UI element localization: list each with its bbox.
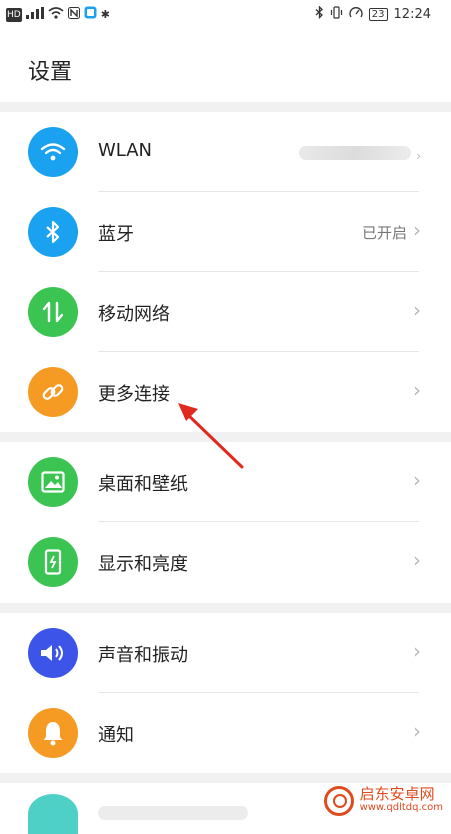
nfc-icon xyxy=(67,6,80,23)
wallpaper-icon xyxy=(28,457,78,507)
bluetooth-icon xyxy=(28,207,78,257)
chevron-right-icon: › xyxy=(413,378,421,402)
group-separator xyxy=(0,102,451,112)
row-label-wlan: WLAN xyxy=(98,140,153,161)
chevron-right-icon: › xyxy=(413,298,421,322)
wifi-status-icon xyxy=(48,6,64,23)
battery-indicator: 23 xyxy=(368,8,388,21)
bell-icon xyxy=(28,708,78,758)
mobile-data-icon xyxy=(28,287,78,337)
speed-icon xyxy=(349,6,363,23)
watermark: 启东安卓网 www.qdltdq.com xyxy=(323,786,443,816)
sound-icon xyxy=(28,628,78,678)
settings-row-notifications[interactable]: 通知 › xyxy=(0,693,451,773)
row-label-more-connections: 更多连接 xyxy=(98,384,170,405)
settings-row-display-brightness[interactable]: 显示和亮度 › xyxy=(0,522,451,602)
group-separator xyxy=(0,603,451,613)
signal-icon xyxy=(25,6,44,23)
chevron-right-icon: › xyxy=(413,548,421,572)
watermark-text: 启东安卓网 www.qdltdq.com xyxy=(360,787,443,815)
partial-row-label-blurred xyxy=(98,806,248,820)
clock: 12:24 xyxy=(393,7,431,22)
group-separator xyxy=(0,773,451,783)
vibrate-icon xyxy=(330,6,343,23)
page-title: 设置 xyxy=(28,60,73,85)
settings-row-wlan[interactable]: WLAN › xyxy=(0,112,451,192)
settings-row-mobile-network[interactable]: 移动网络 › xyxy=(0,272,451,352)
partial-row-icon xyxy=(28,794,78,834)
gear-status-icon: ✱ xyxy=(100,7,110,21)
row-label-sound-vibration: 声音和振动 xyxy=(98,645,188,666)
bluetooth-status-icon xyxy=(315,5,324,23)
chevron-right-icon: › xyxy=(413,639,421,663)
chevron-right-icon: › xyxy=(413,719,421,743)
hd-icon: HD xyxy=(6,7,22,22)
bluetooth-status: 已开启 xyxy=(361,224,407,242)
row-label-notifications: 通知 xyxy=(98,725,134,746)
link-icon xyxy=(28,367,78,417)
chevron-right-icon: › xyxy=(416,149,421,163)
watermark-logo-icon xyxy=(323,786,354,816)
annotation-arrow-icon xyxy=(170,395,250,479)
row-label-mobile-network: 移动网络 xyxy=(98,304,170,325)
row-label-bluetooth: 蓝牙 xyxy=(98,224,134,245)
row-label-display-brightness: 显示和亮度 xyxy=(98,554,188,575)
status-left-icons: HD ✱ xyxy=(6,6,110,23)
display-icon xyxy=(28,537,78,587)
app-icon xyxy=(84,6,97,23)
settings-row-bluetooth[interactable]: 蓝牙 已开启 › xyxy=(0,192,451,272)
watermark-subtitle: www.qdltdq.com xyxy=(359,802,443,813)
chevron-right-icon: › xyxy=(413,218,421,242)
wifi-icon xyxy=(28,127,78,177)
settings-row-sound-vibration[interactable]: 声音和振动 › xyxy=(0,613,451,693)
status-right-icons: 23 12:24 xyxy=(315,5,431,23)
status-bar: HD ✱ 23 12:24 xyxy=(0,0,451,30)
chevron-right-icon: › xyxy=(413,468,421,492)
watermark-title: 启东安卓网 xyxy=(359,785,435,803)
wlan-network-name-blurred xyxy=(299,146,411,160)
